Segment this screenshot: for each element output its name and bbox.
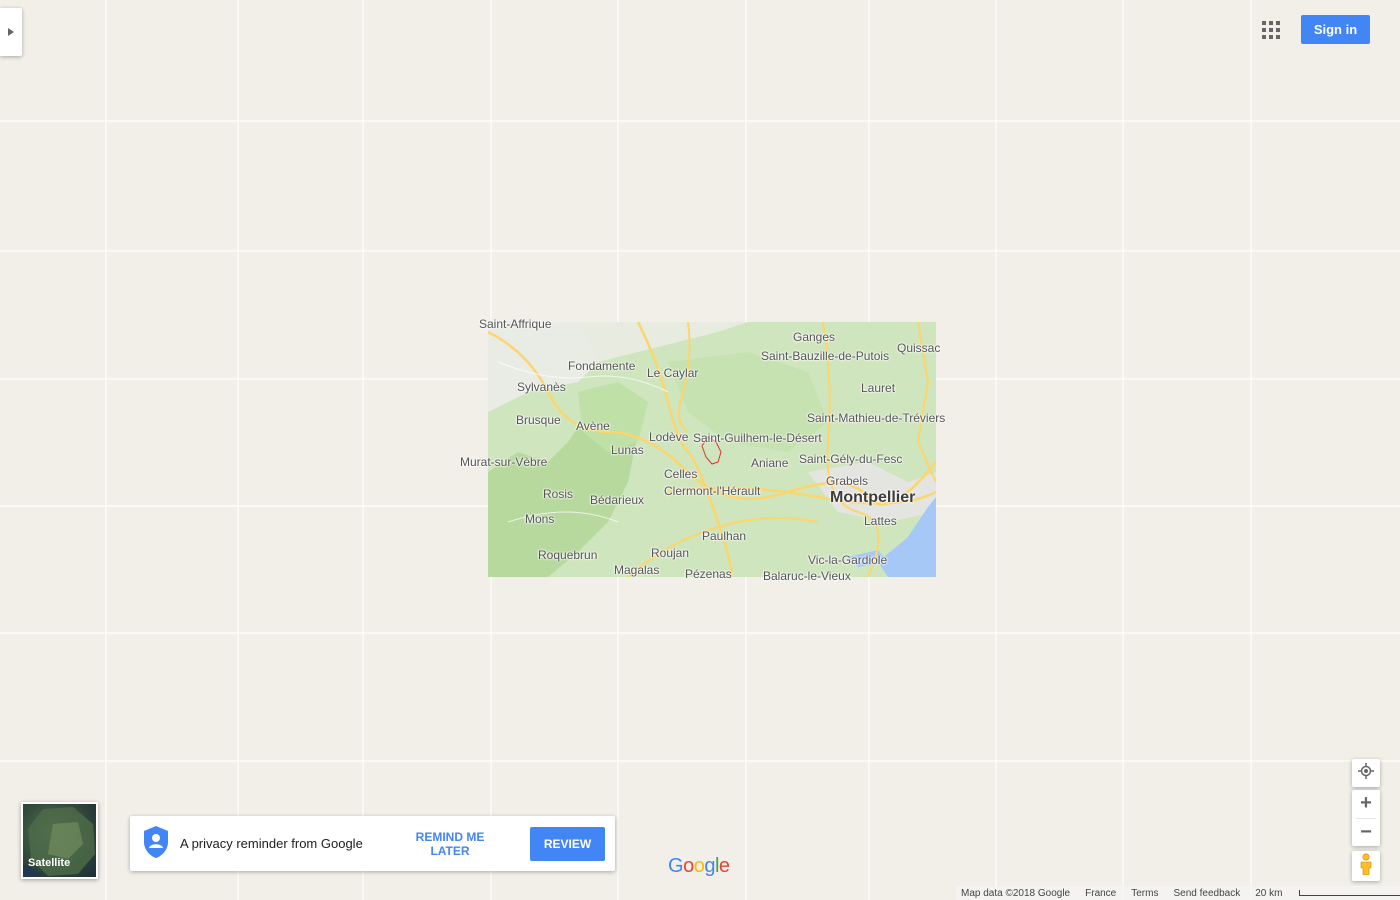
place-label[interactable]: Saint-Mathieu-de-Tréviers: [807, 411, 945, 425]
map-gridline: [995, 0, 997, 900]
place-label[interactable]: Rosis: [543, 487, 573, 501]
place-label[interactable]: Brusque: [516, 413, 561, 427]
pegman-icon: [1359, 852, 1373, 880]
map-gridline: [0, 760, 1400, 762]
map-gridline: [237, 0, 239, 900]
satellite-layer-toggle[interactable]: Satellite: [21, 802, 98, 879]
map-gridline: [0, 632, 1400, 634]
logo-letter: e: [718, 855, 730, 877]
place-label[interactable]: Ganges: [793, 330, 835, 344]
map-data-attribution: Map data ©2018 Google: [961, 887, 1071, 899]
zoom-controls: + −: [1352, 790, 1380, 846]
street-view-pegman[interactable]: [1352, 851, 1380, 881]
my-location-button[interactable]: [1352, 759, 1380, 787]
logo-letter: g: [704, 855, 715, 877]
place-label[interactable]: Saint-Bauzille-de-Putois: [761, 349, 889, 363]
scale-label: 20 km: [1255, 887, 1283, 899]
scale-control[interactable]: 20 km: [1255, 888, 1400, 899]
place-label[interactable]: Quissac: [897, 341, 940, 355]
logo-letter: o: [683, 855, 694, 877]
map-footer: Map data ©2018 Google France Terms Send …: [956, 886, 1400, 900]
satellite-label: Satellite: [28, 857, 71, 869]
map-gridline: [362, 0, 364, 900]
zoom-out-button[interactable]: −: [1352, 819, 1380, 846]
place-label[interactable]: Roquebrun: [538, 548, 597, 562]
apps-button[interactable]: [1262, 21, 1280, 39]
logo-letter: G: [668, 855, 684, 877]
place-label[interactable]: Mons: [525, 512, 554, 526]
place-label[interactable]: Aniane: [751, 456, 788, 470]
place-label[interactable]: Lodève: [649, 430, 688, 444]
privacy-reminder-text: A privacy reminder from Google: [180, 836, 363, 851]
triangle-right-icon: [8, 23, 14, 41]
place-label[interactable]: Lauret: [861, 381, 895, 395]
map-gridline: [105, 0, 107, 900]
privacy-reminder-card: A privacy reminder from Google REMIND ME…: [130, 816, 615, 871]
sign-in-button[interactable]: Sign in: [1301, 15, 1370, 44]
place-label[interactable]: Le Caylar: [647, 366, 698, 380]
terms-link[interactable]: Terms: [1131, 888, 1158, 899]
scale-bar: [1299, 889, 1400, 896]
zoom-in-button[interactable]: +: [1352, 790, 1380, 817]
place-label[interactable]: Grabels: [826, 474, 868, 488]
remind-me-later-button[interactable]: REMIND ME LATER: [392, 828, 508, 860]
place-label[interactable]: Roujan: [651, 546, 689, 560]
side-panel-toggle[interactable]: [0, 8, 22, 56]
place-label[interactable]: Lattes: [864, 514, 897, 528]
send-feedback-link[interactable]: Send feedback: [1173, 888, 1240, 899]
place-label[interactable]: Pézenas: [685, 567, 732, 581]
place-label[interactable]: Murat-sur-Vèbre: [460, 455, 547, 469]
place-label[interactable]: Saint-Guilhem-le-Désert: [693, 431, 822, 445]
place-label[interactable]: Magalas: [614, 563, 659, 577]
place-label[interactable]: Lunas: [611, 443, 644, 457]
region-link[interactable]: France: [1085, 888, 1116, 899]
google-logo: Google: [668, 855, 730, 878]
place-label[interactable]: Bédarieux: [590, 493, 644, 507]
place-label[interactable]: Clermont-l'Hérault: [664, 484, 760, 498]
place-label[interactable]: Sylvanès: [517, 380, 566, 394]
crosshair-icon: [1358, 762, 1374, 784]
place-label[interactable]: Balaruc-le-Vieux: [763, 569, 851, 583]
map-gridline: [0, 120, 1400, 122]
place-label[interactable]: Saint-Affrique: [479, 317, 552, 331]
map-gridline: [0, 250, 1400, 252]
review-button[interactable]: REVIEW: [530, 827, 605, 861]
place-label[interactable]: Saint-Gély-du-Fesc: [799, 452, 902, 466]
grid-icon: [1262, 21, 1280, 43]
place-label[interactable]: Vic-la-Gardiole: [808, 553, 887, 567]
place-label[interactable]: Avène: [576, 419, 610, 433]
place-label[interactable]: Paulhan: [702, 529, 746, 543]
shield-person-icon: [144, 826, 168, 858]
map-gridline: [1250, 0, 1252, 900]
place-label[interactable]: Fondamente: [568, 359, 635, 373]
map-gridline: [1122, 0, 1124, 900]
logo-letter: o: [693, 855, 705, 877]
place-label[interactable]: Celles: [664, 467, 697, 481]
place-label[interactable]: Montpellier: [830, 489, 915, 507]
